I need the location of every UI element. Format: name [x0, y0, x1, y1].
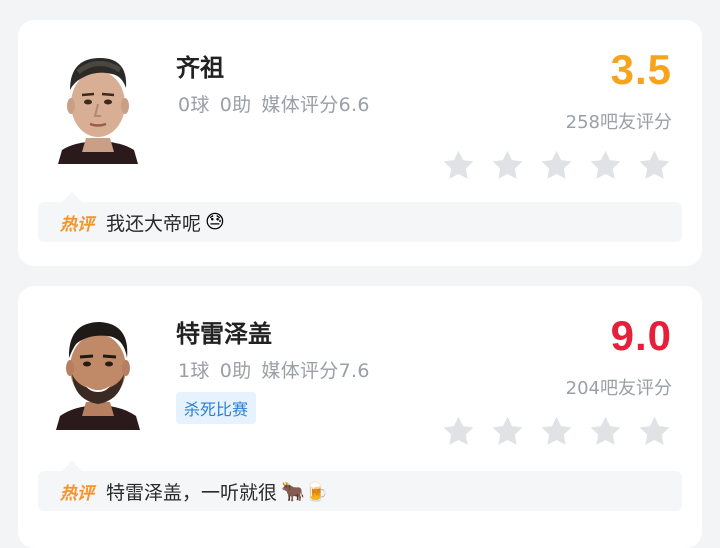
hot-comment-label: 热评: [60, 214, 94, 235]
fan-rating-count: 258吧友评分: [565, 112, 672, 133]
player-card[interactable]: 特雷泽盖 1球 0助 媒体评分7.6 杀死比赛 9.0 204吧友评分 热评 特雷泽…: [18, 286, 702, 548]
player-stats: 0球 0助 媒体评分6.6: [178, 90, 380, 117]
star-icon[interactable]: [490, 148, 525, 183]
star-icon[interactable]: [441, 148, 476, 183]
star-icon[interactable]: [490, 414, 525, 449]
ox-beer-emoji-icon: 🐂🍺: [281, 480, 329, 503]
fan-score: 3.5: [610, 46, 672, 93]
star-icon[interactable]: [441, 414, 476, 449]
star-icon[interactable]: [637, 414, 672, 449]
hot-comment-label: 热评: [60, 483, 94, 504]
goals-count: 0球: [178, 94, 210, 116]
player-card[interactable]: 齐祖 0球 0助 媒体评分6.6 3.5 258吧友评分 热评 我还大帝呢 😓: [18, 20, 702, 266]
sweat-emoji-icon: 😓: [205, 211, 225, 233]
hot-comment-text: 特雷泽盖，一听就很: [106, 481, 278, 504]
hot-comment-text: 我还大帝呢: [106, 212, 202, 235]
star-icon[interactable]: [539, 414, 574, 449]
player-avatar: [48, 42, 148, 164]
media-rating: 媒体评分6.6: [261, 94, 370, 116]
player-name: 特雷泽盖: [176, 320, 272, 348]
hot-comment[interactable]: 热评 特雷泽盖，一听就很 🐂🍺: [38, 461, 682, 511]
assists-count: 0助: [219, 94, 252, 116]
player-name: 齐祖: [176, 54, 224, 82]
star-icon[interactable]: [539, 148, 574, 183]
assists-count: 0助: [219, 360, 252, 382]
fan-rating-count: 204吧友评分: [565, 378, 672, 399]
star-icon[interactable]: [588, 148, 623, 183]
player-avatar: [48, 308, 148, 430]
player-stats: 1球 0助 媒体评分7.6: [178, 356, 380, 383]
player-tag: 杀死比赛: [176, 392, 257, 424]
goals-count: 1球: [178, 360, 210, 382]
hot-comment[interactable]: 热评 我还大帝呢 😓: [38, 192, 682, 242]
star-icon[interactable]: [588, 414, 623, 449]
star-rating[interactable]: [441, 414, 672, 449]
fan-score: 9.0: [610, 312, 672, 359]
star-icon[interactable]: [637, 148, 672, 183]
media-rating: 媒体评分7.6: [261, 360, 370, 382]
star-rating[interactable]: [441, 148, 672, 183]
